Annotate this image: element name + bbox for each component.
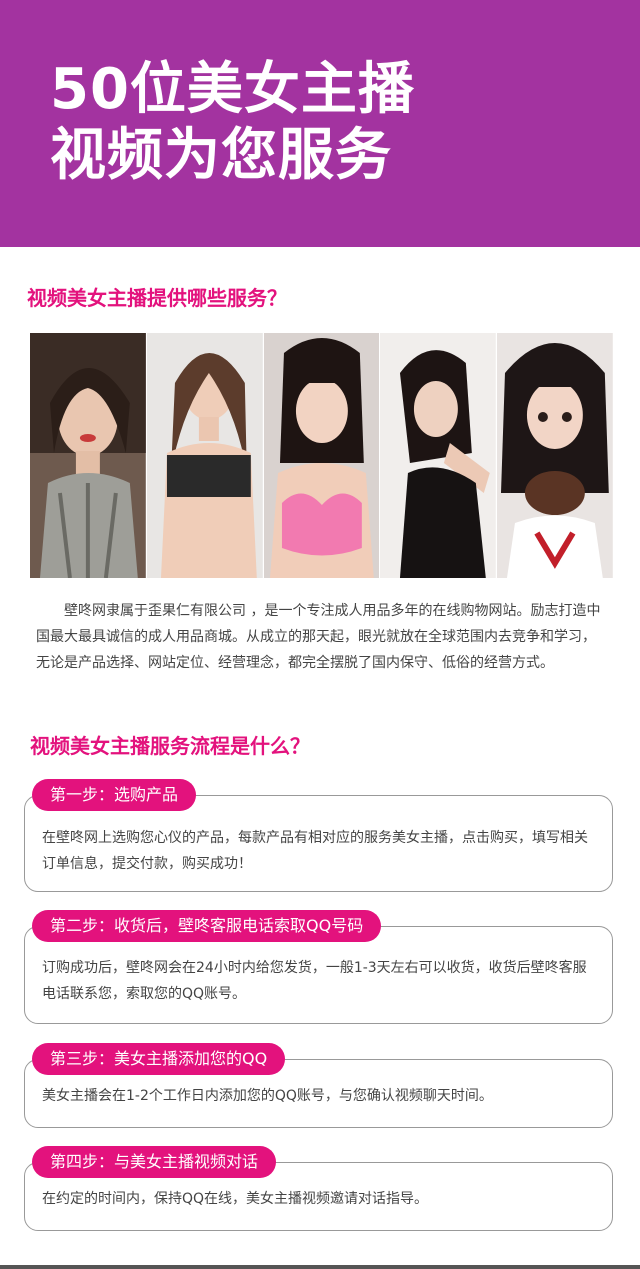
step-label-2: 第二步：收货后，壁咚客服电话索取QQ号码 [32,910,382,942]
anchor-photo-1[interactable] [30,333,146,578]
step-description-1: 在壁咚网上选购您心仪的产品，每款产品有相对应的服务美女主播，点击购买，填写相关订… [42,830,588,872]
step-description-4: 在约定的时间内，保持QQ在线，美女主播视频邀请对话指导。 [42,1191,429,1207]
step-card-4: 第四步：与美女主播视频对话 在约定的时间内，保持QQ在线，美女主播视频邀请对话指… [24,1146,613,1231]
anchor-photo-4[interactable] [380,333,497,578]
section-title-process: 视频美女主播服务流程是什么？ [30,734,310,758]
step-card-2: 第二步：收货后，壁咚客服电话索取QQ号码 订购成功后，壁咚网会在24小时内给您发… [24,910,613,1024]
anchor-photo-strip [30,333,613,578]
step-card-1: 第一步：选购产品 在壁咚网上选购您心仪的产品，每款产品有相对应的服务美女主播，点… [24,779,613,892]
step-label-4: 第四步：与美女主播视频对话 [32,1146,277,1178]
banner-headline-line1: 50位美女主播 [50,57,415,122]
anchor-photo-2[interactable] [146,333,263,578]
section-title-services: 视频美女主播提供哪些服务？ [27,286,287,310]
step-card-3: 第三步：美女主播添加您的QQ 美女主播会在1-2个工作日内添加您的QQ账号，与您… [24,1043,613,1128]
anchor-photo-3[interactable] [263,333,380,578]
step-label-1: 第一步：选购产品 [32,779,197,811]
footer-divider [0,1265,640,1269]
hero-banner: 50位美女主播 视频为您服务 [0,0,640,247]
anchor-photo-5[interactable] [497,333,613,578]
banner-headline-line2: 视频为您服务 [50,123,392,188]
step-description-2: 订购成功后，壁咚网会在24小时内给您发货，一般1-3天左右可以收货，收货后壁咚客… [42,960,587,1002]
company-intro-paragraph: 壁咚网隶属于歪果仁有限公司 ，是一个专注成人用品多年的在线购物网站。励志打造中国… [36,603,601,671]
step-label-3: 第三步：美女主播添加您的QQ [32,1043,286,1075]
step-description-3: 美女主播会在1-2个工作日内添加您的QQ账号，与您确认视频聊天时间。 [42,1088,493,1104]
